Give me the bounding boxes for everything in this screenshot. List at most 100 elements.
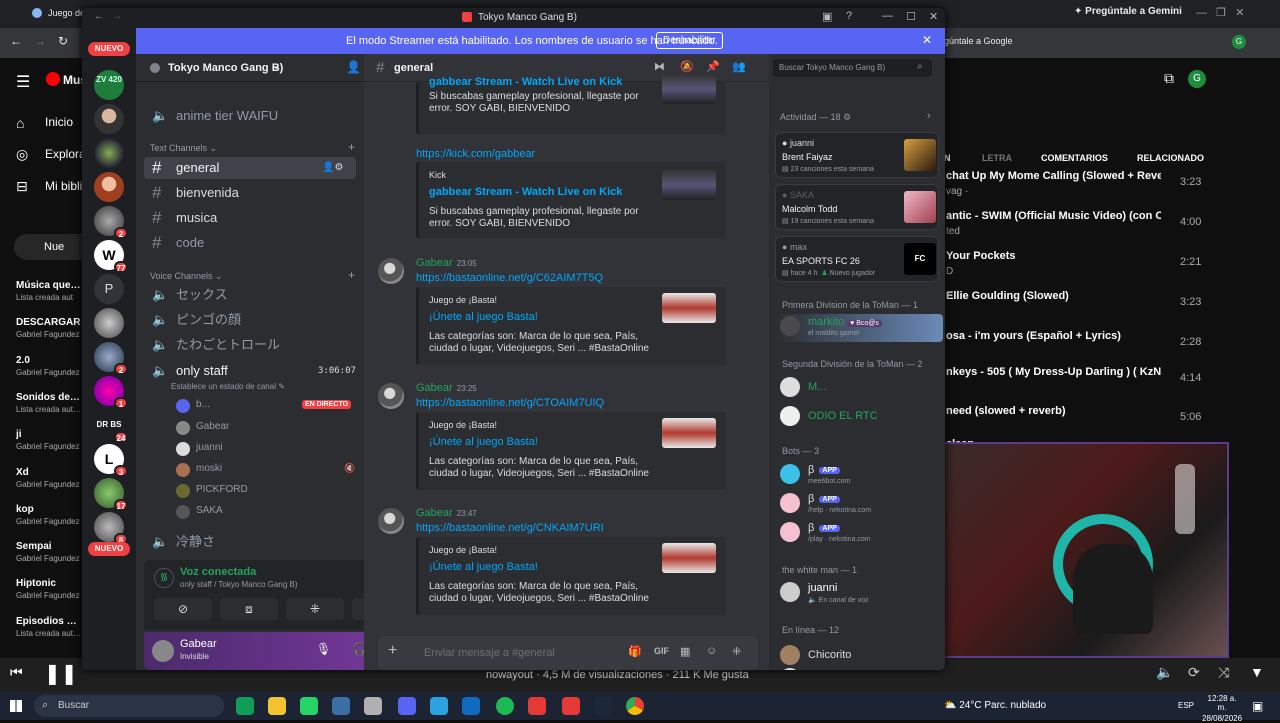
reload-icon[interactable]: ↻: [58, 34, 68, 48]
new-badge-bottom[interactable]: NUEVO: [88, 542, 130, 556]
banner-close-icon[interactable]: ✕: [922, 33, 932, 47]
account-avatar[interactable]: G: [1188, 70, 1206, 88]
playlist-title[interactable]: 2.0: [16, 355, 82, 366]
attach-plus-icon[interactable]: +: [388, 642, 397, 660]
voice-channels-category[interactable]: Voice Channels ⌄: [150, 271, 223, 282]
camera-toggle-button[interactable]: ⊘: [154, 598, 212, 620]
nav-home[interactable]: Inicio: [45, 115, 73, 129]
server-w[interactable]: W 77: [94, 240, 128, 273]
avatar[interactable]: [152, 640, 174, 662]
shield-icon[interactable]: [332, 697, 350, 715]
voice-channel-1[interactable]: 🔈 セックス: [144, 284, 356, 306]
voice-channel-2[interactable]: 🔈 ピンゴの顔: [144, 309, 356, 331]
member-item[interactable]: β APP mee6bot.com: [780, 462, 940, 490]
voice-user[interactable]: SAKA: [176, 502, 366, 522]
shuffle-icon[interactable]: ⤨: [1218, 664, 1229, 681]
embed-title[interactable]: gabbear Stream - Watch Live on Kick: [429, 76, 622, 88]
app-red-icon[interactable]: [528, 697, 546, 715]
emoji-icon[interactable]: ☺: [706, 645, 717, 657]
queue-item[interactable]: nkeys - 505 ( My Dress-Up Darling ) ( Kz…: [944, 364, 1214, 400]
nav-library[interactable]: Mi bibli: [45, 179, 82, 193]
steam-icon[interactable]: [594, 697, 612, 715]
channel-settings-icon[interactable]: 👤⚙: [322, 157, 343, 179]
channel-code[interactable]: # code: [144, 232, 356, 254]
add-voice-channel-icon[interactable]: +: [348, 268, 355, 282]
playlist-title[interactable]: ji: [16, 429, 82, 440]
playlist-title[interactable]: Xd: [16, 467, 82, 478]
sticker-icon[interactable]: ▦: [680, 645, 690, 658]
nav-back-icon[interactable]: ←: [94, 11, 104, 22]
tab-related[interactable]: RELACIONADO: [1137, 153, 1204, 163]
tab-lyrics[interactable]: LETRA: [982, 153, 1012, 163]
whatsapp-icon[interactable]: [300, 697, 318, 715]
screen-share-button[interactable]: ⧈: [220, 598, 278, 620]
playlist-title[interactable]: Sempai: [16, 541, 82, 552]
back-icon[interactable]: ←: [10, 34, 22, 48]
app-icon[interactable]: [364, 697, 382, 715]
avatar[interactable]: [378, 258, 404, 284]
playlist-title[interactable]: Episodios para m: [16, 616, 82, 627]
disable-streamer-button[interactable]: Deshabilitar: [656, 32, 723, 49]
message-embed[interactable]: Juego de ¡Basta! ¡Únete al juego Basta! …: [416, 412, 726, 490]
search-input[interactable]: Buscar Tokyo Manco Gang B) ⌕: [773, 59, 932, 77]
windows-start-icon[interactable]: [10, 700, 22, 712]
server-pink[interactable]: 1: [94, 376, 128, 409]
queue-item[interactable]: antic - SWIM (Official Music Video) (con…: [944, 208, 1214, 244]
notification-icon[interactable]: ▣: [1252, 699, 1263, 713]
embed-title[interactable]: ¡Únete al juego Basta!: [429, 436, 538, 448]
playlist-title[interactable]: Hiptonic: [16, 578, 82, 589]
signal-icon[interactable]: ᯾: [154, 568, 174, 588]
forward-icon[interactable]: →: [34, 34, 46, 48]
message-embed[interactable]: Juego de ¡Basta! ¡Únete al juego Basta! …: [416, 287, 726, 365]
activity-card[interactable]: ● SAKA Malcolm Todd ▤ 19 canciones esta …: [775, 184, 939, 230]
playlist-title[interactable]: Sonidos de Shor: [16, 392, 82, 403]
chrome-icon[interactable]: [626, 697, 644, 715]
voice-channel-only-staff[interactable]: 🔈 only staff 3:06:07: [144, 360, 356, 382]
winrar-icon[interactable]: [562, 697, 580, 715]
playlist-title[interactable]: kop: [16, 504, 82, 515]
member-item[interactable]: β APP/play · nekotina.com: [780, 520, 940, 548]
threads-icon[interactable]: ⧓: [654, 60, 665, 73]
server-victory[interactable]: [94, 138, 124, 168]
home-icon[interactable]: ⌂: [16, 115, 24, 131]
server-avatar[interactable]: [94, 104, 124, 134]
queue-item[interactable]: chat Up My Mome Calling (Slowed + Reve..…: [944, 168, 1214, 204]
new-badge-top[interactable]: NUEVO: [88, 42, 130, 56]
server-green[interactable]: 17: [94, 478, 128, 511]
edge-icon[interactable]: [236, 697, 254, 715]
previous-icon[interactable]: ⏮: [10, 664, 23, 681]
file-explorer-icon[interactable]: [268, 697, 286, 715]
chevron-right-icon[interactable]: ›: [927, 110, 931, 122]
language-indicator[interactable]: ESP: [1178, 701, 1194, 710]
message-author[interactable]: Gabear 23:25: [416, 382, 477, 394]
cast-icon[interactable]: ⧉: [1164, 70, 1174, 87]
message-embed[interactable]: Kick gabbear Stream - Watch Live on Kick…: [416, 162, 726, 238]
message-author[interactable]: Gabear 23:05: [416, 257, 477, 269]
server-zv420[interactable]: ZV 420: [94, 70, 124, 100]
voice-user[interactable]: moski 🔇: [176, 460, 366, 480]
microphone-icon[interactable]: 🎙: [316, 642, 331, 656]
tab-comments[interactable]: COMENTARIOS: [1041, 153, 1108, 163]
spotify-icon[interactable]: [496, 697, 514, 715]
message-embed[interactable]: gabbear Stream - Watch Live on Kick Si b…: [416, 74, 726, 134]
message-link[interactable]: https://bastaonline.net/g/C62AIM7T5Q: [416, 272, 603, 284]
nav-forward-icon[interactable]: →: [112, 11, 122, 22]
message-embed[interactable]: Juego de ¡Basta! ¡Únete al juego Basta! …: [416, 537, 726, 615]
message-link[interactable]: https://kick.com/gabbear: [416, 148, 535, 160]
channel-general[interactable]: # general 👤⚙: [144, 157, 356, 179]
member-list-icon[interactable]: 👥: [732, 60, 746, 73]
queue-item[interactable]: Ellie Goulding (Slowed) 3:23: [944, 288, 1214, 324]
queue-item[interactable]: need (slowed + reverb) 5:06: [944, 403, 1214, 439]
pause-icon[interactable]: ❚❚: [44, 661, 78, 686]
message-composer[interactable]: + Enviar mensaje a #general 🎁 GIF ▦ ☺ ⁜: [378, 636, 758, 670]
gift-icon[interactable]: 🎁: [628, 645, 642, 658]
window-controls[interactable]: — ❐ ✕: [1196, 6, 1244, 19]
pinned-icon[interactable]: 📌: [706, 60, 720, 73]
member-item[interactable]: juanni 🔈 En canal de voz: [780, 580, 940, 608]
member-item[interactable]: markito ♥ Bco@s el maldito gamer: [780, 314, 940, 342]
member-item[interactable]: β APP/help · nekotina.com: [780, 491, 940, 519]
invite-icon[interactable]: 👤: [346, 60, 361, 74]
activity-card[interactable]: ● juanni Brent Faiyaz ▤ 23 canciones est…: [775, 132, 939, 178]
queue-item[interactable]: Your Pockets D 2:21: [944, 248, 1214, 284]
outlook-icon[interactable]: [462, 697, 480, 715]
